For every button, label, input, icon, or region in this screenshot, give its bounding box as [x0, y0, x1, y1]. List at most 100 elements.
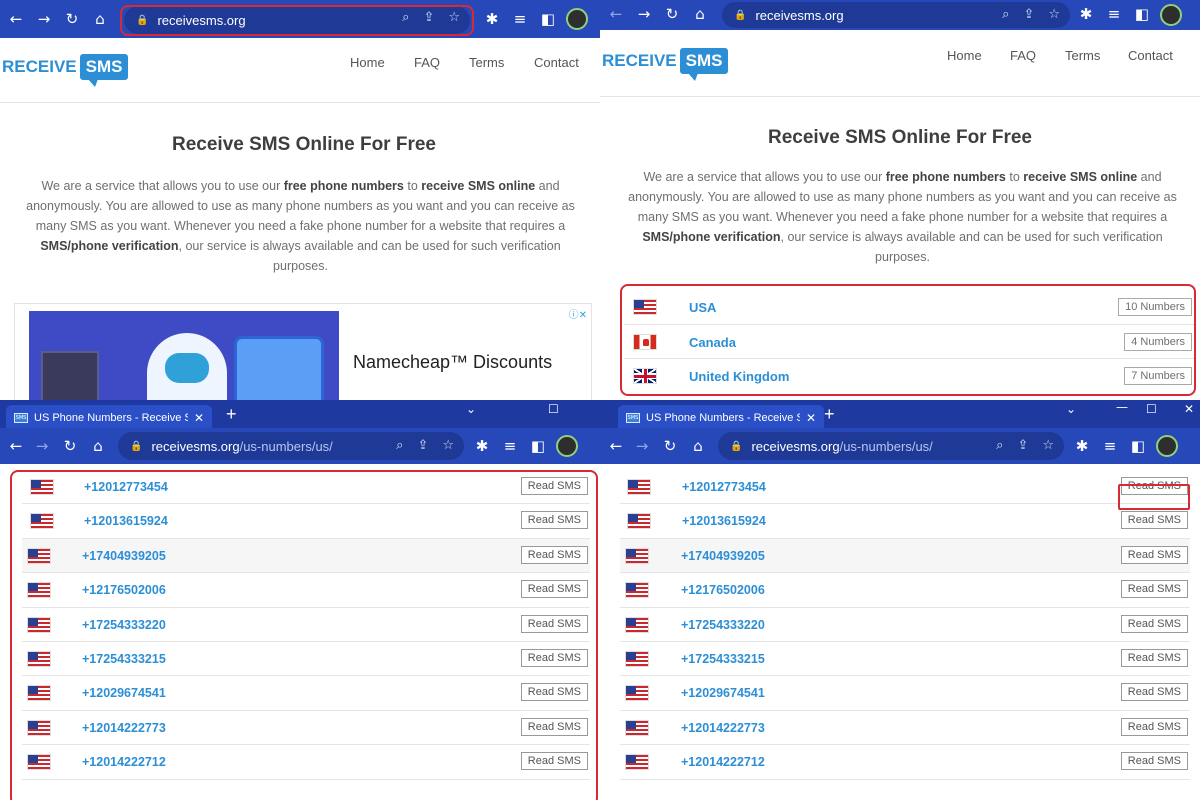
- side-panel-icon[interactable]: ◧: [528, 436, 548, 456]
- url-path: /us-numbers/us/: [239, 438, 333, 454]
- nav-contact[interactable]: Contact: [1128, 48, 1173, 63]
- back-arrow-icon[interactable]: ←: [6, 9, 26, 29]
- read-sms-button[interactable]: Read SMS: [1120, 511, 1188, 530]
- phone-number[interactable]: +12176502006: [681, 583, 765, 597]
- profile-avatar[interactable]: [566, 8, 588, 30]
- ad-text: Namecheap™ Discounts: [353, 352, 553, 372]
- back-arrow-icon[interactable]: ←: [6, 436, 26, 456]
- number-row[interactable]: +12014222712 Read SMS: [620, 745, 1190, 780]
- home-icon[interactable]: ⌂: [88, 436, 108, 456]
- number-row[interactable]: +17404939205 Read SMS: [620, 538, 1190, 574]
- side-panel-icon[interactable]: ◧: [538, 9, 558, 29]
- browser-toolbar: ← → ↻ ⌂ 🔒 receivesms.org ⌕ ⇪ ☆ ✱ ≡ ◧: [600, 0, 1200, 30]
- bookmark-star-icon[interactable]: ☆: [442, 438, 454, 453]
- reload-icon[interactable]: ↻: [662, 4, 682, 24]
- new-tab-icon[interactable]: +: [226, 404, 237, 425]
- phone-number[interactable]: +17254333220: [681, 618, 765, 632]
- phone-number[interactable]: +12029674541: [681, 686, 765, 700]
- read-sms-button[interactable]: Read SMS: [1120, 545, 1188, 564]
- address-bar[interactable]: 🔒 receivesms.org/us-numbers/us/ ⌕ ⇪ ☆: [118, 432, 464, 460]
- profile-avatar[interactable]: [556, 435, 578, 457]
- read-sms-button[interactable]: Read SMS: [1120, 752, 1188, 771]
- reading-list-icon[interactable]: ≡: [1104, 4, 1124, 24]
- nav-terms[interactable]: Terms: [469, 55, 534, 70]
- number-row[interactable]: +12014222773 Read SMS: [620, 711, 1190, 746]
- zoom-icon[interactable]: ⌕: [1002, 7, 1009, 22]
- nav-contact[interactable]: Contact: [534, 55, 579, 70]
- close-icon[interactable]: ✕: [1184, 402, 1194, 416]
- maximize-icon[interactable]: ☐: [548, 402, 559, 416]
- read-sms-button[interactable]: Read SMS: [1120, 580, 1188, 599]
- number-row[interactable]: +12013615924 Read SMS: [620, 504, 1190, 539]
- site-logo[interactable]: RECEIVE SMS: [602, 48, 729, 81]
- home-icon[interactable]: ⌂: [90, 9, 110, 29]
- home-icon[interactable]: ⌂: [688, 436, 708, 456]
- back-arrow-icon[interactable]: ←: [606, 4, 626, 24]
- nav-faq[interactable]: FAQ: [414, 55, 469, 70]
- bookmark-star-icon[interactable]: ☆: [1042, 438, 1054, 453]
- profile-avatar[interactable]: [1160, 4, 1182, 26]
- nav-faq[interactable]: FAQ: [1010, 48, 1065, 63]
- number-row[interactable]: +12176502006 Read SMS: [620, 573, 1190, 608]
- share-icon[interactable]: ⇪: [417, 438, 428, 453]
- tab-us-phone-numbers[interactable]: SMS US Phone Numbers - Receive SM ✕: [618, 405, 824, 430]
- extensions-icon[interactable]: ✱: [482, 9, 502, 29]
- forward-arrow-icon[interactable]: →: [634, 4, 654, 24]
- reload-icon[interactable]: ↻: [60, 436, 80, 456]
- tab-close-icon[interactable]: ✕: [194, 411, 204, 425]
- profile-avatar[interactable]: [1156, 435, 1178, 457]
- number-row[interactable]: +17254333220 Read SMS: [620, 608, 1190, 642]
- tab-close-icon[interactable]: ✕: [806, 411, 816, 425]
- share-icon[interactable]: ⇪: [1017, 438, 1028, 453]
- minimize-icon[interactable]: —: [1116, 400, 1128, 414]
- phone-number[interactable]: +17254333215: [681, 652, 765, 666]
- number-row[interactable]: +12012773454 Read SMS: [620, 470, 1190, 505]
- extensions-icon[interactable]: ✱: [1072, 436, 1092, 456]
- read-sms-button[interactable]: Read SMS: [1120, 717, 1188, 736]
- address-bar[interactable]: 🔒 receivesms.org ⌕ ⇪ ☆: [722, 2, 1070, 28]
- side-panel-icon[interactable]: ◧: [1128, 436, 1148, 456]
- read-sms-button[interactable]: Read SMS: [1120, 614, 1188, 633]
- chevron-down-icon[interactable]: ⌄: [466, 402, 476, 416]
- nav-home[interactable]: Home: [947, 48, 1010, 63]
- advertisement[interactable]: ⓘ✕ Namecheap™ Discounts: [14, 303, 592, 400]
- site-favicon: SMS: [14, 412, 28, 423]
- number-row[interactable]: +17254333215 Read SMS: [620, 642, 1190, 677]
- forward-arrow-icon[interactable]: →: [632, 436, 652, 456]
- zoom-icon[interactable]: ⌕: [396, 438, 403, 453]
- reload-icon[interactable]: ↻: [62, 9, 82, 29]
- maximize-icon[interactable]: ☐: [1146, 402, 1157, 416]
- new-tab-icon[interactable]: +: [824, 404, 835, 425]
- share-icon[interactable]: ⇪: [1023, 7, 1034, 22]
- address-bar[interactable]: 🔒 receivesms.org/us-numbers/us/ ⌕ ⇪ ☆: [718, 432, 1064, 460]
- phone-number[interactable]: +12014222712: [681, 755, 765, 769]
- side-panel-icon[interactable]: ◧: [1132, 4, 1152, 24]
- bookmark-star-icon[interactable]: ☆: [1048, 7, 1060, 22]
- nav-terms[interactable]: Terms: [1065, 48, 1128, 63]
- read-sms-button[interactable]: Read SMS: [1120, 683, 1188, 702]
- zoom-icon[interactable]: ⌕: [996, 438, 1003, 453]
- forward-arrow-icon[interactable]: →: [32, 436, 52, 456]
- phone-number[interactable]: +17404939205: [681, 549, 765, 563]
- reload-icon[interactable]: ↻: [660, 436, 680, 456]
- home-icon[interactable]: ⌂: [690, 4, 710, 24]
- back-arrow-icon[interactable]: ←: [606, 436, 626, 456]
- phone-number[interactable]: +12013615924: [682, 514, 766, 528]
- extensions-icon[interactable]: ✱: [472, 436, 492, 456]
- phone-number[interactable]: +12012773454: [682, 480, 766, 494]
- site-logo[interactable]: RECEIVE SMS: [2, 54, 129, 87]
- info-icon[interactable]: ⓘ✕: [569, 306, 587, 321]
- reading-list-icon[interactable]: ≡: [500, 436, 520, 456]
- phone-number[interactable]: +12014222773: [681, 721, 765, 735]
- reading-list-icon[interactable]: ≡: [1100, 436, 1120, 456]
- reading-list-icon[interactable]: ≡: [510, 9, 530, 29]
- read-sms-button[interactable]: Read SMS: [1120, 648, 1188, 667]
- number-row[interactable]: +12029674541 Read SMS: [620, 676, 1190, 711]
- chevron-down-icon[interactable]: ⌄: [1066, 402, 1076, 416]
- tab-us-phone-numbers[interactable]: SMS US Phone Numbers - Receive SM ✕: [6, 405, 212, 430]
- extensions-icon[interactable]: ✱: [1076, 4, 1096, 24]
- forward-arrow-icon[interactable]: →: [34, 9, 54, 29]
- panel-home-countries: ← → ↻ ⌂ 🔒 receivesms.org ⌕ ⇪ ☆ ✱ ≡ ◧ RECEI…: [600, 0, 1200, 400]
- nav-home[interactable]: Home: [350, 55, 414, 70]
- url-text: receivesms.org: [755, 7, 844, 23]
